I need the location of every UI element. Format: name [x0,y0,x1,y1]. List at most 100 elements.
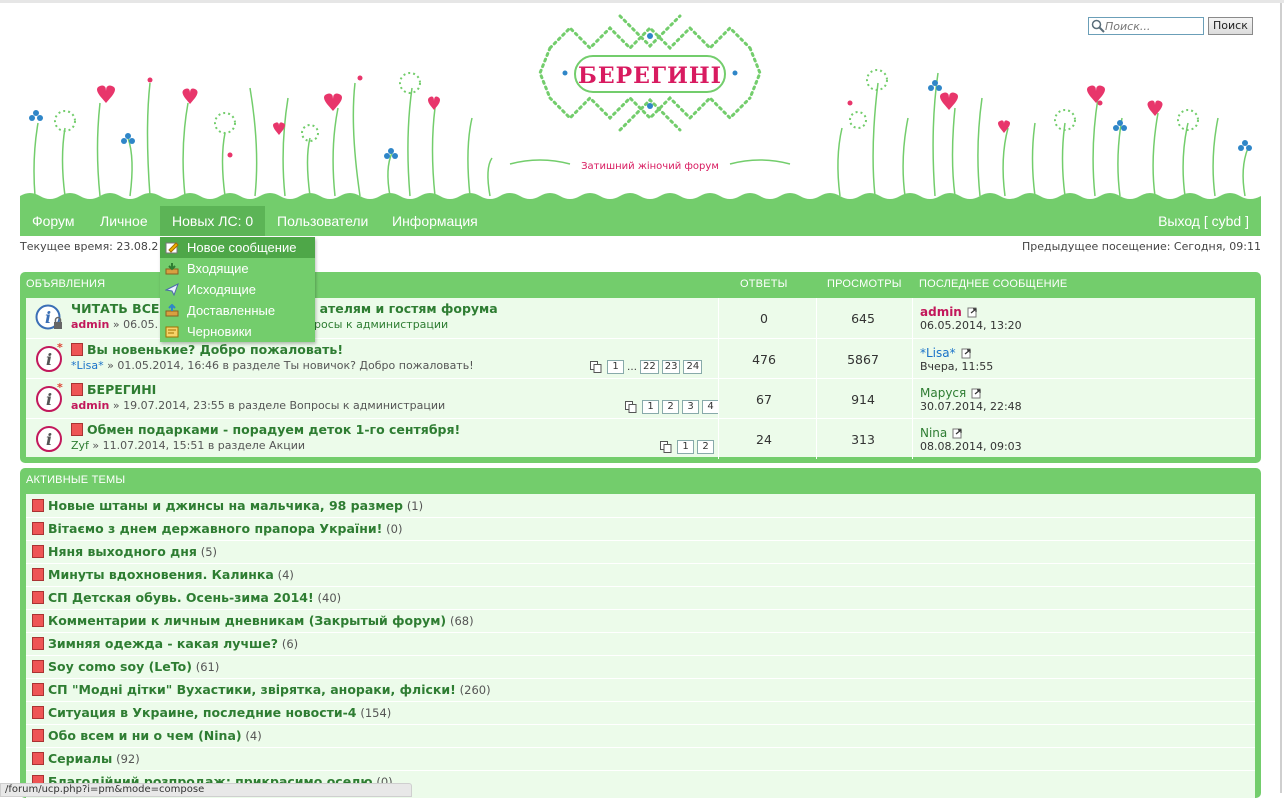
topic-title[interactable]: БЕРЕГИНІ [71,382,156,397]
active-topic-title[interactable]: Минуты вдохновения. Калинка [48,567,274,582]
topic-meta: Zyf » 11.07.2014, 15:51 в разделе Акции [71,439,305,452]
active-topic-item[interactable]: Няня выходного дня (5) [32,541,217,563]
topic-author[interactable]: *Lisa* [71,359,104,372]
pagination: 1 2 3 4 [625,400,719,414]
active-topic-item[interactable]: Сериалы (92) [32,748,140,770]
new-post-icon [32,591,44,604]
active-topic-item[interactable]: Обо всем и ни о чем (Nina) (4) [32,725,262,747]
new-star-icon: * [57,341,63,354]
active-topic-title[interactable]: Soy como soy (LeTo) [48,659,192,674]
topic-author[interactable]: admin [71,318,109,331]
nav-forum[interactable]: Форум [26,206,81,236]
column-divider [816,419,817,459]
active-topic-title[interactable]: Ситуация в Украине, последние новости-4 [48,705,357,720]
column-divider [912,298,913,338]
menu-item-new-message[interactable]: Новое сообщение [160,237,315,258]
menu-item-drafts[interactable]: Черновики [160,321,315,342]
search-input[interactable] [1089,18,1199,34]
nav-information[interactable]: Информация [386,206,484,236]
column-divider [816,379,817,419]
active-topic-title[interactable]: Няня выходного дня [48,544,197,559]
goto-last-post-icon[interactable] [971,388,982,399]
new-post-icon [71,423,83,436]
forum-tagline: Затишний жіночий форум [581,161,719,172]
new-post-icon [32,729,44,742]
menu-item-sent[interactable]: Доставленные [160,300,315,321]
page-link[interactable]: 1 [607,360,624,374]
active-topics-list: Новые штаны и джинсы на мальчика, 98 раз… [26,494,1255,798]
browser-status-bar: /forum/ucp.php?i=pm&mode=compose [0,783,412,797]
page-link[interactable]: 4 [702,400,719,414]
search-button[interactable]: Поиск [1208,17,1253,35]
page-link[interactable]: 23 [661,360,681,374]
new-post-icon [32,499,44,512]
active-topic-reply-count: (6) [281,637,299,651]
logout-link[interactable]: Выход [ cybd ] [1152,206,1255,236]
page-link[interactable]: 1 [677,440,694,454]
replies-header: ОТВЕТЫ [740,278,788,290]
menu-item-label: Доставленные [187,303,276,318]
last-post-user[interactable]: *Lisa* [920,346,956,360]
reply-count: 0 [760,311,768,326]
goto-last-post-icon[interactable] [967,307,978,318]
active-topic-title[interactable]: Сериалы [48,751,112,766]
topic-section[interactable]: опросы к администрации [300,318,448,331]
active-topic-title[interactable]: Комментарии к личным дневникам (Закрытый… [48,613,446,628]
active-topic-item[interactable]: Ситуация в Украине, последние новости-4 … [32,702,391,724]
active-topic-reply-count: (4) [277,568,294,582]
active-topic-item[interactable]: Soy como soy (LeTo) (61) [32,656,219,678]
active-topic-item[interactable]: Комментарии к личным дневникам (Закрытый… [32,610,474,632]
menu-item-inbox[interactable]: Входящие [160,258,315,279]
active-topic-title[interactable]: Обо всем и ни о чем (Nina) [48,728,242,743]
last-post-user[interactable]: Nina [920,426,947,440]
active-topic-reply-count: (0) [386,522,403,536]
last-post-time: 08.08.2014, 09:03 [920,440,1022,453]
row-divider [26,701,1255,702]
menu-item-outbox[interactable]: Исходящие [160,279,315,300]
row-divider [26,770,1255,771]
page-link[interactable]: 2 [697,440,714,454]
search-icon [1091,19,1105,33]
nav-users[interactable]: Пользователи [271,206,374,236]
active-topic-title[interactable]: Вітаємо з днем державного прапора Україн… [48,521,382,536]
goto-last-post-icon[interactable] [961,348,972,359]
reply-count: 476 [752,352,776,367]
search-form: Поиск [1088,17,1253,35]
pm-dropdown-menu: Новое сообщение Входящие Исходящие Доста… [160,237,315,342]
table-row: i * БЕРЕГИНІ admin » 19.07.2014, 23:55 в… [26,378,1255,419]
nav-personal[interactable]: Личное [94,206,154,236]
active-topic-reply-count: (68) [449,614,474,628]
topic-author[interactable]: admin [71,399,109,412]
row-divider [26,563,1255,564]
topic-author[interactable]: Zyf [71,439,89,452]
page-link[interactable]: 3 [682,400,699,414]
active-topic-title[interactable]: СП Детская обувь. Осень-зима 2014! [48,590,314,605]
page-link[interactable]: 1 [642,400,659,414]
page-link[interactable]: 22 [640,360,659,374]
active-topic-title[interactable]: СП "Модні дітки" Вухастики, звірятка, ан… [48,682,456,697]
topic-title[interactable]: Обмен подарками - порадуем деток 1-го се… [71,422,460,437]
active-topic-title[interactable]: Новые штаны и джинсы на мальчика, 98 раз… [48,498,403,513]
compose-icon [165,242,179,254]
row-divider [26,586,1255,587]
main-nav: Форум Личное Новых ЛС: 0 Пользователи Ин… [20,206,1261,236]
active-topic-item[interactable]: Вітаємо з днем державного прапора Україн… [32,518,402,540]
active-topic-item[interactable]: Минуты вдохновения. Калинка (4) [32,564,294,586]
page-link[interactable]: 24 [683,360,703,374]
topic-title[interactable]: Вы новенькие? Добро пожаловать! [71,342,343,357]
active-topic-item[interactable]: СП Детская обувь. Осень-зима 2014! (40) [32,587,341,609]
goto-last-post-icon[interactable] [952,428,963,439]
row-divider [26,655,1255,656]
page-link[interactable]: 2 [662,400,679,414]
active-topic-title[interactable]: Зимняя одежда - какая лучше? [48,636,278,651]
active-topic-item[interactable]: Новые штаны и джинсы на мальчика, 98 раз… [32,495,423,517]
active-topic-item[interactable]: Зимняя одежда - какая лучше? (6) [32,633,298,655]
row-divider [26,747,1255,748]
svg-text:i: i [46,390,52,409]
active-topic-item[interactable]: СП "Модні дітки" Вухастики, звірятка, ан… [32,679,491,701]
last-post-user[interactable]: Маруся [920,386,966,400]
last-post-user[interactable]: admin [920,305,962,319]
announcements-header: ОБЪЯВЛЕНИЯ [26,278,106,290]
nav-new-pm[interactable]: Новых ЛС: 0 [160,206,266,236]
last-post-author: Маруся [920,386,982,400]
